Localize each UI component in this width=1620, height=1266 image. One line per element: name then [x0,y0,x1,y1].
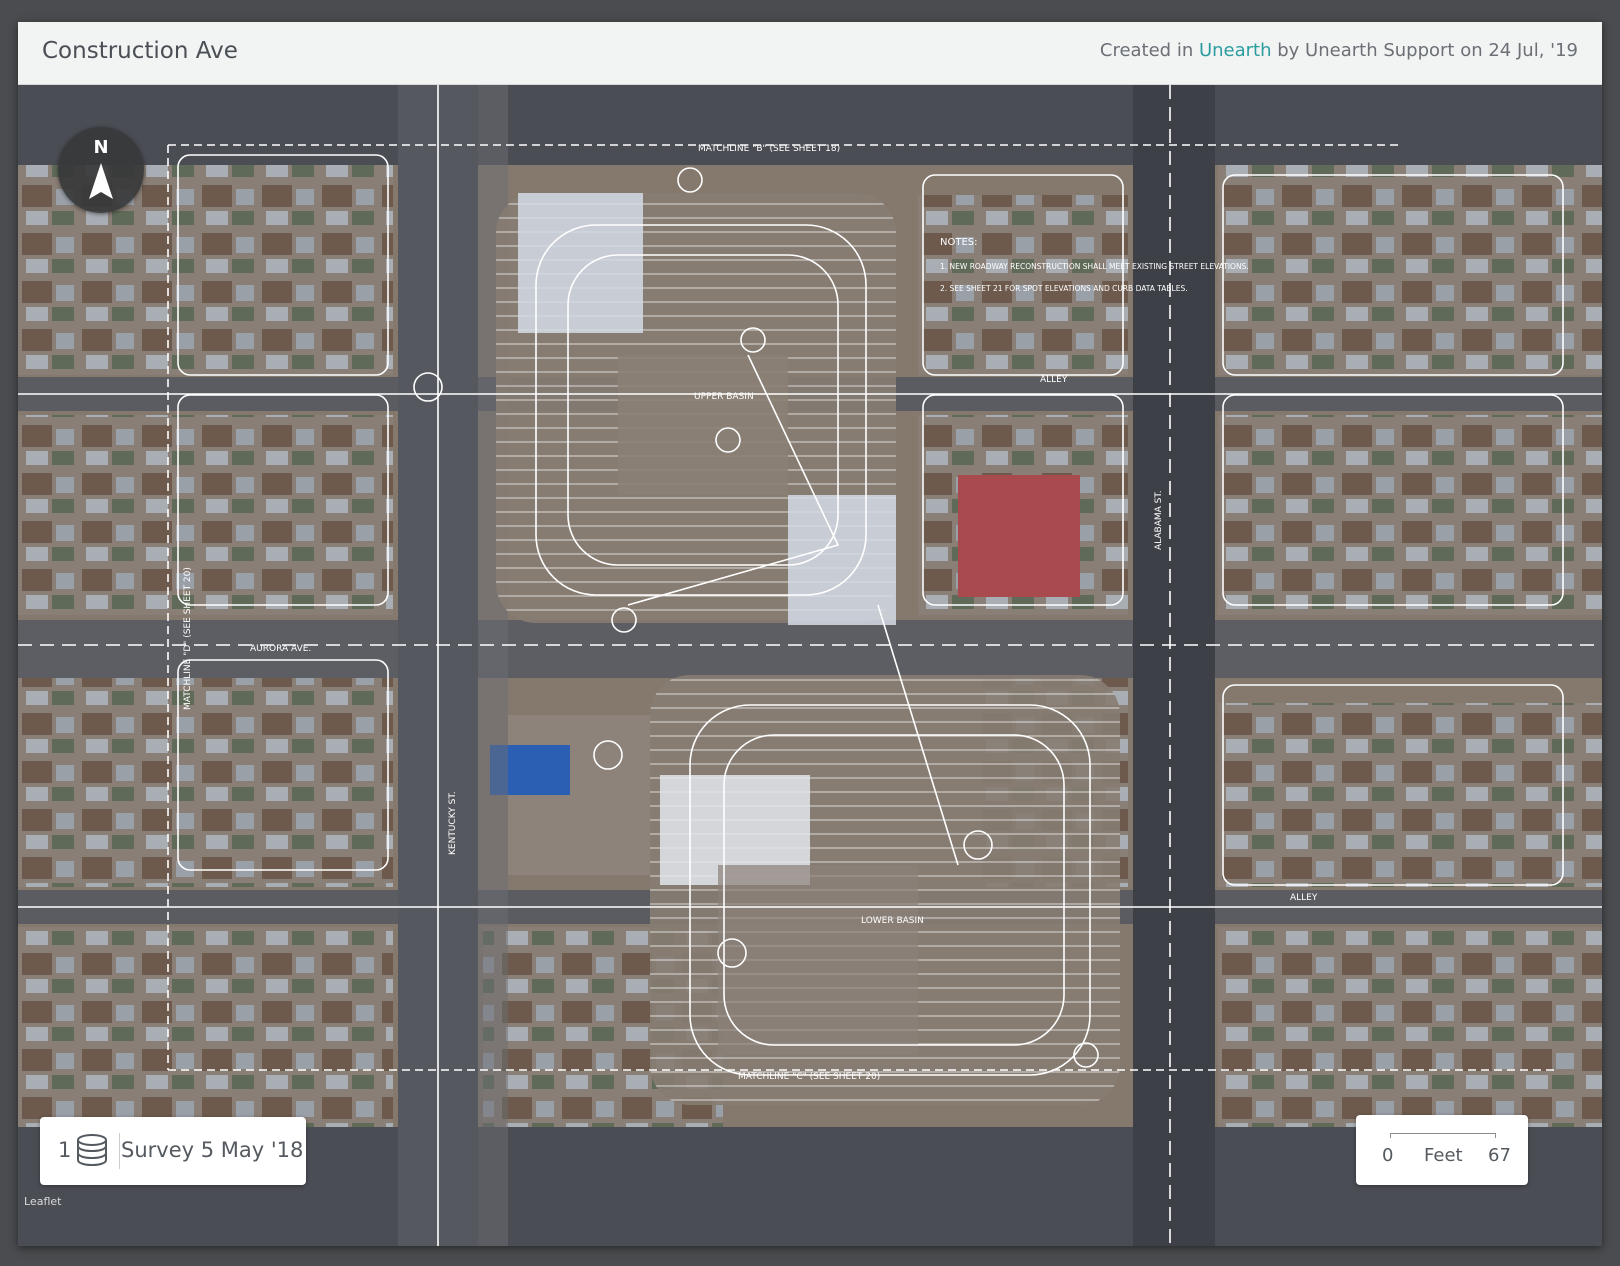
notes-title: NOTES: [940,237,978,248]
aurora-ave-label: AURORA AVE. [250,644,311,654]
upper-basin-label: UPPER BASIN [694,392,754,402]
aerial-imagery: NOTES: 1. NEW ROADWAY RECONSTRUCTION SHA… [18,85,1602,1246]
page-title: Construction Ave [42,38,238,64]
matchline-left-label: MATCHLINE "D" (SEE SHEET 20) [183,567,193,710]
map-canvas[interactable]: NOTES: 1. NEW ROADWAY RECONSTRUCTION SHA… [18,85,1602,1246]
leaflet-attribution[interactable]: Leaflet [24,1195,61,1208]
map-header: Construction Ave Created in Unearth by U… [18,22,1602,85]
scale-unit: Feet [1424,1145,1463,1166]
survey-count: 1 [58,1138,72,1162]
compass-north-label: N [93,137,109,158]
credit-prefix: Created in [1099,40,1199,61]
layers-stack-icon [77,1134,107,1167]
survey-selector[interactable]: 1 Survey 5 May '18 [40,1117,306,1185]
kentucky-st-label: KENTUCKY ST. [448,791,458,855]
scale-bar: 0 Feet 67 [1356,1115,1528,1185]
unearth-link[interactable]: Unearth [1199,40,1272,61]
credit-suffix: by Unearth Support on 24 Jul, '19 [1271,40,1578,61]
scale-zero: 0 [1382,1145,1394,1166]
lower-basin-label: LOWER BASIN [861,916,924,926]
alabama-st-label: ALABAMA ST. [1154,490,1164,550]
survey-divider [119,1133,120,1169]
alley-bottom-label: ALLEY [1290,893,1318,903]
north-arrow-icon [89,163,113,199]
survey-label: Survey 5 May '18 [121,1138,304,1162]
note-2: 2. SEE SHEET 21 FOR SPOT ELEVATIONS AND … [940,284,1188,293]
matchline-top-label: MATCHLINE "B" (SEE SHEET 18) [698,144,840,154]
scale-max: 67 [1488,1145,1511,1166]
scale-line [1390,1133,1496,1138]
note-1: 1. NEW ROADWAY RECONSTRUCTION SHALL MEET… [940,262,1249,271]
compass-control[interactable]: N [58,127,144,213]
alley-top-label: ALLEY [1040,375,1068,385]
map-viewer: Construction Ave Created in Unearth by U… [18,22,1602,1246]
matchline-bottom-label: MATCHLINE "C" (SEE SHEET 20) [738,1072,880,1082]
created-by-credit: Created in Unearth by Unearth Support on… [1100,40,1578,61]
